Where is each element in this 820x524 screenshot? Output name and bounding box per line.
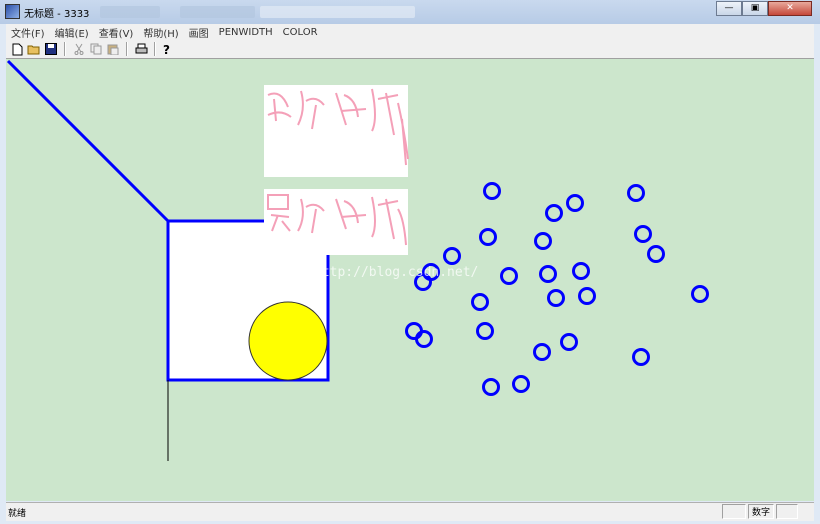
blue-ring: [534, 232, 552, 250]
menu-bar: 文件(F) 编辑(E) 查看(V) 帮助(H) 画图 PENWIDTH COLO…: [6, 24, 814, 41]
ghost-toolbar-block: [100, 6, 160, 18]
blue-ring: [547, 289, 565, 307]
menu-view[interactable]: 查看(V): [94, 25, 139, 40]
blue-ring: [691, 285, 709, 303]
new-file-icon: [12, 43, 22, 55]
yellow-circle: [248, 301, 328, 381]
paste-icon: [107, 44, 119, 55]
menu-draw[interactable]: 画图: [184, 25, 214, 40]
blue-ring: [405, 322, 423, 340]
save-icon: [45, 43, 57, 55]
drawing-layer[interactable]: [6, 59, 814, 501]
close-button[interactable]: ✕: [768, 1, 812, 16]
ghost-toolbar-block: [180, 6, 255, 18]
blue-ring: [627, 184, 645, 202]
status-bar: 就绪 数字: [6, 502, 814, 521]
watermark-text: http://blog.csdn.net/: [314, 265, 479, 280]
print-button[interactable]: [134, 42, 148, 56]
open-folder-icon: [27, 45, 40, 55]
menu-color[interactable]: COLOR: [278, 27, 323, 38]
blue-ring: [500, 267, 518, 285]
toolbar: ?: [6, 40, 814, 59]
blue-ring: [482, 378, 500, 396]
blue-ring: [476, 322, 494, 340]
blue-ring: [539, 265, 557, 283]
status-pane-empty: [722, 504, 746, 519]
new-file-button[interactable]: [10, 42, 24, 56]
copy-icon: [90, 43, 102, 55]
blue-ring: [578, 287, 596, 305]
blue-ring: [566, 194, 584, 212]
blue-ring: [545, 204, 563, 222]
maximize-button[interactable]: ▣: [742, 1, 768, 16]
blue-ring: [533, 343, 551, 361]
help-button[interactable]: ?: [160, 42, 174, 56]
help-icon: ?: [163, 43, 170, 56]
ghost-address-field: [260, 6, 415, 18]
app-icon: [5, 4, 20, 19]
blue-ring: [560, 333, 578, 351]
menu-help[interactable]: 帮助(H): [138, 25, 183, 40]
blue-ring: [572, 262, 590, 280]
window-controls: — ▣ ✕: [716, 1, 812, 16]
blue-ring: [512, 375, 530, 393]
menu-penwidth[interactable]: PENWIDTH: [214, 27, 278, 38]
save-button[interactable]: [44, 42, 58, 56]
cut-icon: [74, 43, 84, 55]
title-bar: 无标题 - 3333 — ▣ ✕: [0, 0, 820, 24]
minimize-button[interactable]: —: [716, 1, 742, 16]
blue-ring: [471, 293, 489, 311]
blue-ring: [479, 228, 497, 246]
blue-ring: [415, 330, 433, 348]
handwriting-panel-bottom: [264, 189, 408, 255]
window-title: 无标题 - 3333: [24, 9, 90, 20]
drawing-canvas[interactable]: http://blog.csdn.net/: [6, 59, 814, 501]
menu-file[interactable]: 文件(F): [6, 25, 50, 40]
svg-text:?: ?: [163, 43, 170, 56]
blue-ring: [632, 348, 650, 366]
diagonal-line: [6, 59, 170, 223]
open-button[interactable]: [27, 42, 41, 56]
close-icon: ✕: [786, 3, 794, 13]
blue-ring: [634, 225, 652, 243]
print-icon: [135, 43, 147, 54]
blue-ring: [647, 245, 665, 263]
minimize-icon: —: [724, 3, 734, 13]
status-pane-empty: [776, 504, 798, 519]
status-num-indicator: 数字: [748, 504, 774, 519]
status-text: 就绪: [8, 509, 27, 519]
restore-icon: ▣: [750, 3, 760, 13]
cut-button[interactable]: [72, 42, 86, 56]
blue-ring: [443, 247, 461, 265]
copy-button[interactable]: [89, 42, 103, 56]
circle-cluster: [405, 182, 709, 396]
paste-button[interactable]: [106, 42, 120, 56]
blue-ring: [483, 182, 501, 200]
menu-edit[interactable]: 编辑(E): [50, 25, 94, 40]
